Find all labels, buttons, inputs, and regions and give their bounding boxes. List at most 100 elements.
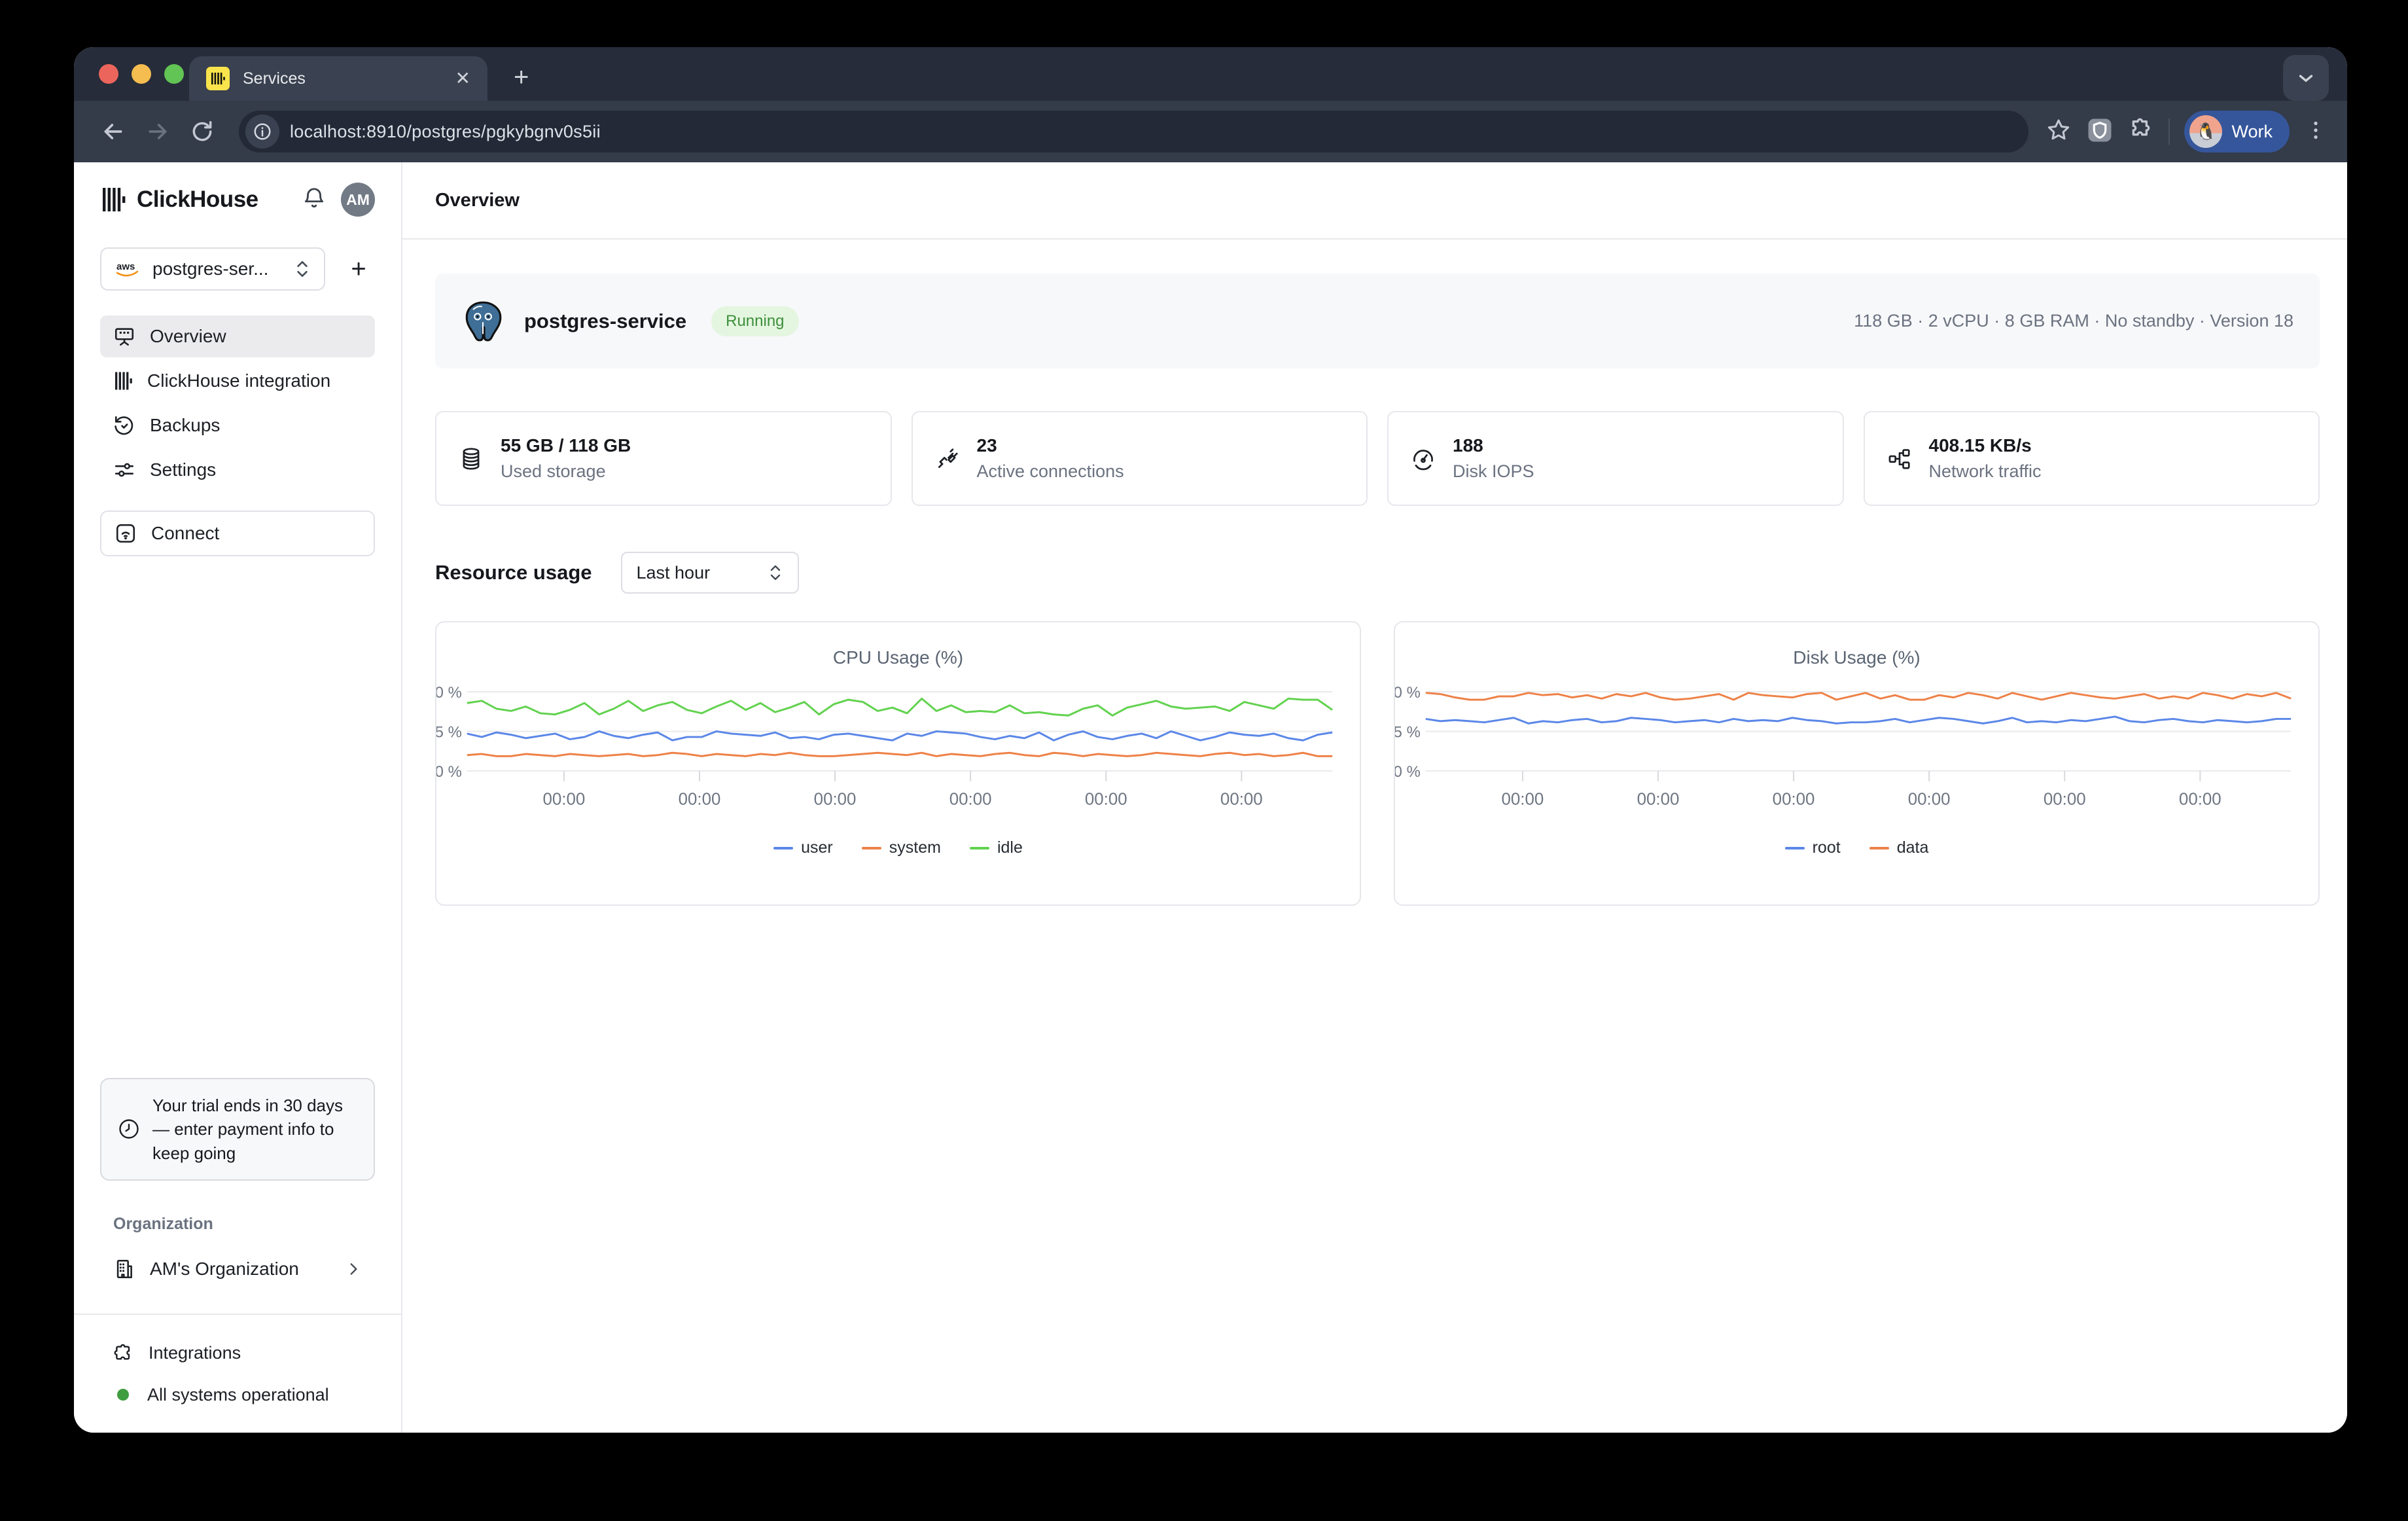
svg-text:aws: aws — [116, 261, 135, 272]
tab-search-button[interactable] — [2283, 55, 2329, 101]
sidebar-item-settings[interactable]: Settings — [100, 449, 375, 491]
clickhouse-bars-icon — [113, 371, 133, 391]
menu-button[interactable] — [2304, 118, 2328, 145]
backups-restore-icon — [113, 414, 135, 437]
extensions-button[interactable] — [2128, 117, 2154, 147]
service-selector[interactable]: aws postgres-ser... — [100, 247, 325, 291]
chevron-right-icon — [345, 1261, 362, 1278]
cpu-usage-plot: 70 %35 %0 %00:0000:0000:0000:0000:0000:0… — [436, 622, 1360, 904]
legend-label: system — [889, 838, 941, 857]
sidebar-footer: Integrations All systems operational — [100, 1333, 375, 1414]
legend-item-idle[interactable]: idle — [970, 838, 1023, 857]
disk-usage-plot: 70 %35 %0 %00:0000:0000:0000:0000:0000:0… — [1395, 622, 2318, 904]
time-range-select[interactable]: Last hour — [621, 552, 799, 594]
close-window-button[interactable] — [99, 64, 118, 84]
status-badge: Running — [711, 306, 798, 336]
chevron-down-icon — [2295, 67, 2317, 89]
chart-legend: user system idle — [436, 838, 1360, 857]
address-bar[interactable]: localhost:8910/postgres/pgkybgnv0s5ii — [239, 111, 2028, 152]
svg-text:00:00: 00:00 — [1502, 790, 1544, 808]
legend-label: user — [801, 838, 833, 857]
database-icon — [459, 446, 484, 471]
user-avatar[interactable]: AM — [341, 183, 375, 217]
sidebar-item-backups[interactable]: Backups — [100, 404, 375, 446]
disk-usage-chart: Disk Usage (%) 70 %35 %0 %00:0000:0000:0… — [1394, 621, 2320, 906]
tab-strip: Services ✕ + — [74, 47, 2347, 101]
postgresql-logo-icon — [461, 300, 505, 343]
connect-button[interactable]: Connect — [100, 510, 375, 556]
legend-label: root — [1813, 838, 1841, 857]
integrations-link[interactable]: Integrations — [100, 1333, 375, 1372]
stat-label: Used storage — [501, 461, 631, 482]
legend-swatch-icon — [1869, 847, 1889, 850]
service-specs: 118 GB · 2 vCPU · 8 GB RAM · No standby … — [1854, 311, 2293, 331]
reload-button[interactable] — [183, 112, 222, 151]
time-range-value: Last hour — [637, 563, 768, 583]
legend-item-data[interactable]: data — [1869, 838, 1929, 857]
toolbar-divider — [2169, 118, 2170, 145]
integrations-puzzle-icon — [113, 1342, 134, 1363]
notifications-button[interactable] — [302, 186, 327, 214]
legend-item-user[interactable]: user — [773, 838, 833, 857]
building-icon — [113, 1258, 135, 1280]
organization-item[interactable]: AM's Organization — [100, 1248, 375, 1290]
reload-icon — [190, 119, 215, 144]
stat-value: 23 — [977, 435, 1124, 456]
status-label: All systems operational — [147, 1385, 329, 1405]
connect-icon — [115, 522, 137, 545]
site-info-button[interactable] — [245, 115, 279, 149]
service-selector-row: aws postgres-ser... + — [100, 247, 375, 291]
sidebar-item-label: ClickHouse integration — [147, 370, 330, 391]
sidebar-item-clickhouse-integration[interactable]: ClickHouse integration — [100, 360, 375, 402]
stat-card-storage: 55 GB / 118 GB Used storage — [435, 411, 892, 506]
svg-text:00:00: 00:00 — [1085, 790, 1127, 808]
legend-swatch-icon — [862, 847, 881, 850]
browser-toolbar: localhost:8910/postgres/pgkybgnv0s5ii 🐧 … — [74, 101, 2347, 162]
sidebar-header: ClickHouse AM — [100, 181, 375, 219]
legend-label: idle — [997, 838, 1023, 857]
charts-row: CPU Usage (%) 70 %35 %0 %00:0000:0000:00… — [435, 621, 2320, 906]
new-tab-button[interactable]: + — [514, 64, 529, 90]
shield-extension-button[interactable] — [2086, 116, 2114, 147]
legend-swatch-icon — [1785, 847, 1805, 850]
back-button[interactable] — [94, 112, 133, 151]
svg-text:0 %: 0 % — [1395, 763, 1421, 781]
add-service-button[interactable]: + — [342, 253, 375, 285]
clock-icon — [117, 1117, 141, 1141]
zoom-window-button[interactable] — [164, 64, 184, 84]
page-header: Overview — [402, 162, 2347, 240]
tab-close-icon[interactable]: ✕ — [455, 69, 470, 88]
kebab-menu-icon — [2304, 118, 2328, 142]
sidebar-item-label: Backups — [150, 415, 220, 436]
url-text: localhost:8910/postgres/pgkybgnv0s5ii — [290, 122, 601, 142]
stat-label: Active connections — [977, 461, 1124, 482]
system-status-link[interactable]: All systems operational — [100, 1375, 375, 1414]
forward-button[interactable] — [138, 112, 177, 151]
chevron-up-down-icon — [768, 564, 783, 582]
stats-row: 55 GB / 118 GB Used storage 23 Active co… — [435, 411, 2320, 506]
cpu-usage-chart: CPU Usage (%) 70 %35 %0 %00:0000:0000:00… — [435, 621, 1361, 906]
svg-text:00:00: 00:00 — [543, 790, 586, 808]
connections-icon — [935, 446, 960, 471]
sidebar-item-overview[interactable]: Overview — [100, 315, 375, 357]
svg-text:00:00: 00:00 — [1908, 790, 1951, 808]
legend-item-system[interactable]: system — [862, 838, 941, 857]
gauge-icon — [1411, 446, 1436, 471]
aws-icon: aws — [115, 260, 141, 278]
resource-usage-heading: Resource usage — [435, 561, 592, 584]
clickhouse-brand[interactable]: ClickHouse — [100, 187, 302, 213]
sidebar-divider — [74, 1314, 401, 1315]
bookmark-button[interactable] — [2045, 117, 2072, 147]
organization-name: AM's Organization — [150, 1259, 330, 1279]
svg-text:70 %: 70 % — [436, 684, 462, 702]
sidebar-item-label: Overview — [150, 326, 226, 347]
trial-notice[interactable]: Your trial ends in 30 days — enter payme… — [100, 1078, 375, 1181]
profile-button[interactable]: 🐧 Work — [2184, 111, 2290, 152]
back-arrow-icon — [100, 118, 126, 145]
profile-avatar: 🐧 — [2189, 115, 2222, 148]
svg-text:00:00: 00:00 — [1773, 790, 1815, 808]
minimize-window-button[interactable] — [132, 64, 151, 84]
legend-item-root[interactable]: root — [1785, 838, 1841, 857]
tab-services[interactable]: Services ✕ — [189, 56, 487, 101]
connect-label: Connect — [151, 523, 219, 544]
